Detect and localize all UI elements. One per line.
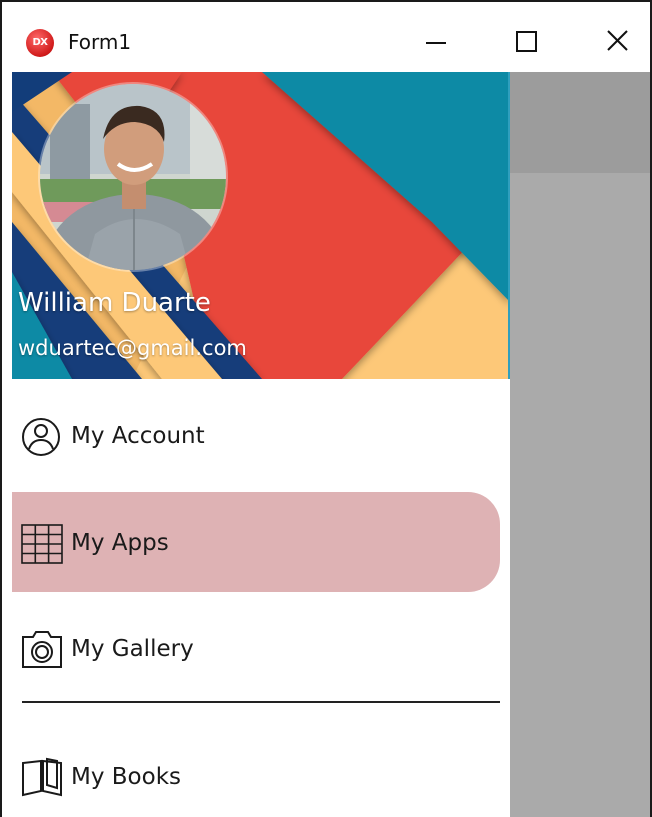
menu-item-my-gallery[interactable]: My Gallery [12,599,500,699]
menu-item-my-account[interactable]: My Account [12,387,500,487]
menu-item-label: My Gallery [71,636,194,662]
camera-icon [22,631,62,668]
navigation-drawer: William Duarte wduartec@gmail.com My Acc… [12,72,510,817]
form-window: DX Form1 William Duarte wduartec@gmail.c… [0,0,652,817]
menu-item-label: My Account [71,423,205,449]
user-email: wduartec@gmail.com [18,336,247,360]
window-title: Form1 [68,30,132,54]
close-icon [607,30,628,51]
menu-item-my-apps[interactable]: My Apps [12,492,500,592]
menu-divider [22,701,500,703]
app-logo-icon: DX [26,29,54,57]
menu-item-label: My Apps [71,530,169,556]
menu-item-my-books[interactable]: My Books [12,727,500,817]
minimize-button[interactable] [412,20,460,64]
close-button[interactable] [594,20,642,64]
apps-grid-icon [21,524,63,564]
user-photo [40,84,226,270]
book-icon [22,757,62,797]
user-avatar[interactable] [40,84,226,270]
account-circle-icon [22,418,60,456]
main-content-area[interactable] [510,72,650,817]
maximize-button[interactable] [502,20,550,64]
user-name: William Duarte [18,288,211,318]
title-bar[interactable]: DX Form1 [2,2,650,72]
maximize-icon [516,31,537,52]
minimize-icon [426,42,446,44]
menu-item-label: My Books [71,764,181,790]
drawer-header: William Duarte wduartec@gmail.com [12,72,510,379]
content-header-bar [510,72,650,173]
